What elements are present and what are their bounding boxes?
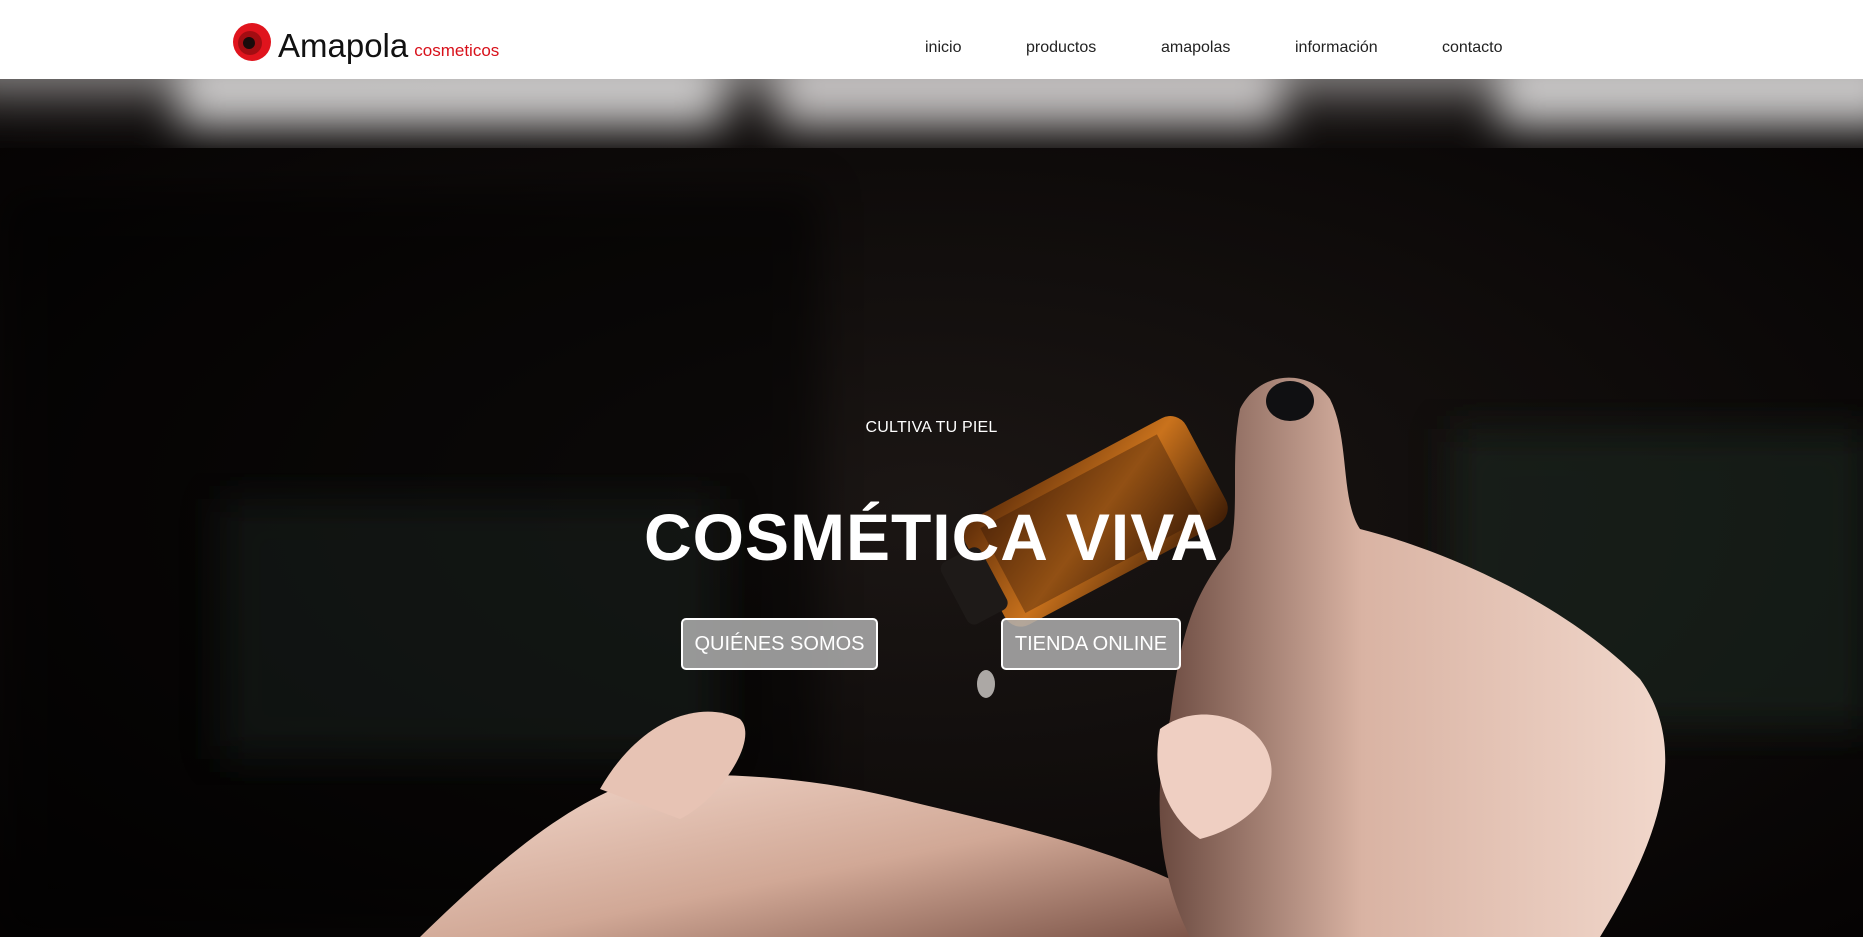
nav-item-contacto[interactable]: contacto — [1442, 38, 1502, 58]
quienes-somos-button[interactable]: QUIÉNES SOMOS — [681, 618, 878, 670]
nav-item-productos[interactable]: productos — [1026, 38, 1096, 58]
hero-tagline: CULTIVA TU PIEL — [865, 419, 998, 436]
nav-item-amapolas[interactable]: amapolas — [1161, 38, 1230, 58]
nav-item-informacion[interactable]: información — [1295, 38, 1378, 58]
hero-title: COSMÉTICA VIVA — [643, 500, 1220, 574]
site-header: Amapola cosmeticos inicio productos amap… — [0, 0, 1863, 79]
tienda-online-button[interactable]: TIENDA ONLINE — [1001, 618, 1181, 670]
main-nav: inicio productos amapolas información co… — [0, 38, 1863, 58]
nav-item-inicio[interactable]: inicio — [925, 38, 961, 58]
hero-section: CULTIVA TU PIEL COSMÉTICA VIVA QUIÉNES S… — [0, 79, 1863, 937]
